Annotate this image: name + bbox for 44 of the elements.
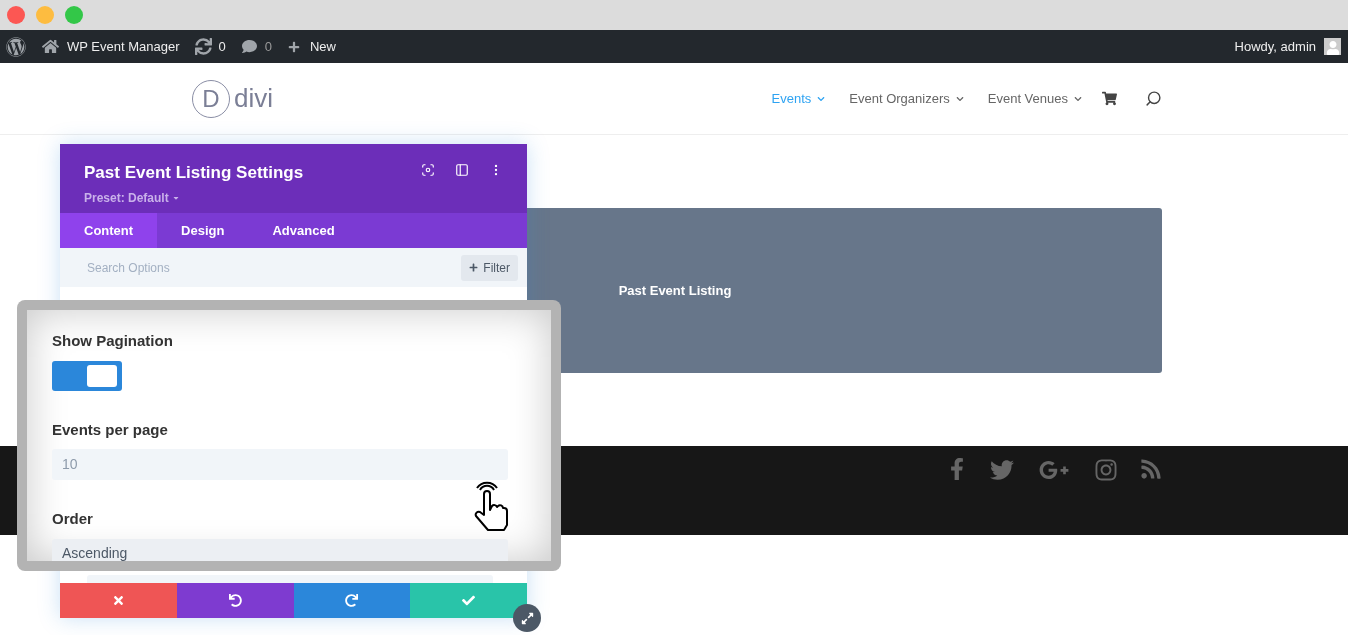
logo-text: divi bbox=[234, 82, 273, 115]
nav-link[interactable]: Event Venues bbox=[987, 88, 1082, 109]
chevron-down-icon bbox=[817, 94, 826, 103]
save-button[interactable] bbox=[410, 583, 527, 618]
twitter-icon[interactable] bbox=[990, 458, 1014, 482]
redo-icon bbox=[345, 594, 359, 607]
new-link[interactable]: New bbox=[309, 36, 336, 57]
nav-link[interactable]: Event Organizers bbox=[849, 88, 964, 109]
plus-icon bbox=[469, 263, 479, 272]
toggle-switch[interactable] bbox=[52, 360, 122, 391]
plus-icon[interactable] bbox=[287, 40, 300, 53]
select-field[interactable]: Ascending bbox=[52, 538, 508, 561]
instagram-icon[interactable] bbox=[1094, 458, 1118, 482]
preset-dropdown[interactable]: Preset: Default bbox=[84, 188, 304, 207]
search-options-field[interactable]: Search Options Filter bbox=[60, 248, 527, 287]
close-icon bbox=[111, 594, 125, 607]
field-label: Order bbox=[52, 509, 93, 529]
resize-handle[interactable] bbox=[513, 604, 541, 632]
chevron-down-icon bbox=[1074, 94, 1082, 103]
rss-icon[interactable] bbox=[1140, 458, 1162, 480]
cart-icon[interactable] bbox=[1102, 91, 1117, 106]
panel-tab[interactable]: Content bbox=[60, 213, 158, 248]
updates-icon[interactable] bbox=[195, 38, 213, 55]
comments-count: 0 bbox=[264, 37, 272, 56]
filter-button[interactable]: Filter bbox=[461, 254, 518, 281]
updates-count: 0 bbox=[218, 37, 226, 56]
comment-icon[interactable] bbox=[241, 39, 257, 54]
panel-title: Past Event Listing Settings bbox=[84, 162, 304, 184]
panel-tab[interactable]: Advanced bbox=[248, 213, 359, 248]
undo-icon bbox=[228, 594, 242, 607]
site-name-link[interactable]: WP Event Manager bbox=[67, 36, 180, 57]
field-label: Show Pagination bbox=[52, 331, 173, 351]
panel-layout-icon[interactable] bbox=[455, 163, 469, 177]
focus-icon[interactable] bbox=[421, 163, 435, 177]
home-icon[interactable] bbox=[42, 38, 59, 55]
greeting-link[interactable]: Howdy, admin bbox=[1234, 36, 1316, 57]
redo-button[interactable] bbox=[293, 583, 411, 618]
check-icon bbox=[462, 594, 476, 607]
chevron-down-icon bbox=[955, 94, 964, 103]
search-icon[interactable] bbox=[1145, 90, 1162, 107]
wordpress-logo-icon[interactable] bbox=[6, 36, 26, 57]
field-label: Events per page bbox=[52, 419, 168, 440]
undo-button[interactable] bbox=[176, 583, 294, 618]
module-title: Past Event Listing bbox=[618, 281, 732, 300]
